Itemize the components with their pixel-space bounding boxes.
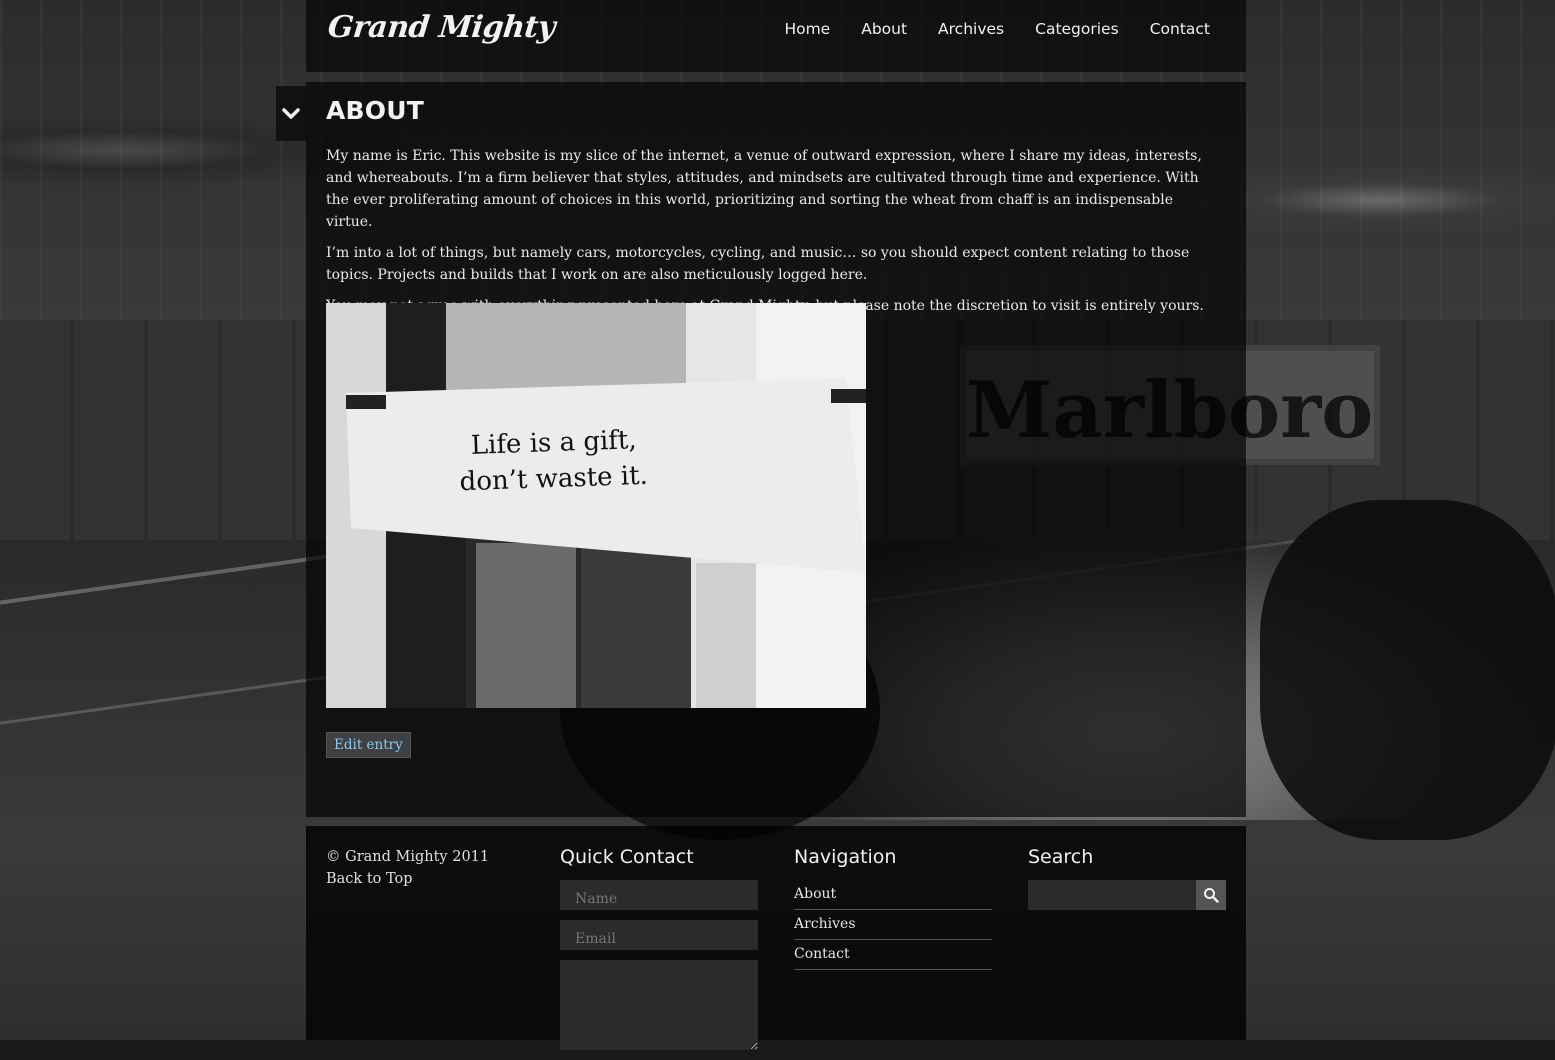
main-nav: Home About Archives Categories Contact [784, 20, 1210, 38]
name-field[interactable] [560, 880, 758, 910]
chevron-down-icon [282, 107, 300, 119]
edit-entry-button[interactable]: Edit entry [326, 732, 411, 758]
site-footer: © Grand Mighty 2011 Back to Top Quick Co… [306, 826, 1246, 1050]
footer-navigation-section: Navigation About Archives Contact [794, 846, 992, 970]
collapse-toggle[interactable] [276, 86, 306, 141]
fortune-photo: Life is a gift, don’t waste it. [326, 303, 866, 708]
page-body: My name is Eric. This website is my slic… [326, 145, 1206, 326]
background-tire-right [1260, 500, 1555, 840]
site-logo[interactable]: Grand Mighty [326, 10, 556, 45]
footer-nav-list: About Archives Contact [794, 880, 992, 970]
site-header: Grand Mighty Home About Archives Categor… [306, 0, 1246, 72]
email-field[interactable] [560, 920, 758, 950]
nav-archives[interactable]: Archives [938, 20, 1004, 38]
copyright-text: © Grand Mighty 2011 [326, 849, 490, 865]
message-field[interactable] [560, 960, 758, 1050]
nav-categories[interactable]: Categories [1035, 20, 1119, 38]
back-to-top-link[interactable]: Back to Top [326, 868, 489, 890]
footer-nav-item-archives[interactable]: Archives [794, 910, 992, 940]
nav-contact[interactable]: Contact [1150, 20, 1210, 38]
paragraph: I’m into a lot of things, but namely car… [326, 245, 1190, 283]
quick-contact-heading: Quick Contact [560, 846, 694, 868]
footer-navigation-heading: Navigation [794, 846, 897, 868]
paragraph: My name is Eric. This website is my slic… [326, 148, 1202, 230]
footer-nav-item-about[interactable]: About [794, 880, 992, 910]
footer-nav-item-contact[interactable]: Contact [794, 940, 992, 970]
fortune-text-line-1: Life is a gift, [470, 425, 637, 461]
search-input[interactable] [1028, 880, 1196, 910]
footer-search-section: Search [1028, 846, 1226, 910]
nav-about[interactable]: About [861, 20, 907, 38]
search-button[interactable] [1196, 880, 1226, 910]
fortune-photo-illustration: Life is a gift, don’t waste it. [326, 303, 866, 708]
page-title: ABOUT [326, 96, 425, 125]
search-icon [1204, 888, 1219, 903]
search-heading: Search [1028, 846, 1094, 868]
quick-contact-section: Quick Contact [560, 846, 758, 1060]
footer-copyright-block: © Grand Mighty 2011 Back to Top [326, 846, 489, 890]
nav-home[interactable]: Home [784, 20, 830, 38]
search-row [1028, 880, 1226, 910]
